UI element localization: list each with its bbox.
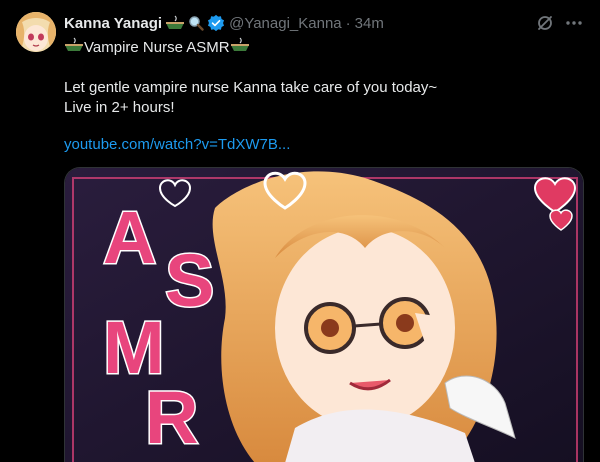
separator-dot: · xyxy=(345,14,351,32)
display-name[interactable]: Kanna Yanagi xyxy=(64,15,162,32)
verified-badge-icon[interactable] xyxy=(207,14,225,32)
tweet-header: Kanna Yanagi @Yanagi_Kanna · 34m xyxy=(64,12,384,34)
magnifier-icon xyxy=(188,15,204,31)
tweet-media-image[interactable]: A S M R xyxy=(64,167,584,462)
tweet-title-text: Vampire Nurse ASMR xyxy=(84,38,230,56)
asmr-letter: S xyxy=(165,239,214,322)
youtube-link[interactable]: youtube.com/watch?v=TdXW7B... xyxy=(64,136,290,153)
grok-icon[interactable] xyxy=(536,14,554,37)
bowl-icon xyxy=(230,37,250,57)
user-handle[interactable]: @Yanagi_Kanna xyxy=(229,15,342,32)
more-icon[interactable] xyxy=(565,14,583,37)
tweet-body: Let gentle vampire nurse Kanna take care… xyxy=(64,78,437,118)
timestamp[interactable]: 34m xyxy=(355,15,384,32)
avatar[interactable] xyxy=(16,12,56,52)
asmr-letter: A xyxy=(103,196,156,279)
tweet-body-line: Let gentle vampire nurse Kanna take care… xyxy=(64,79,438,96)
tweet-title: Vampire Nurse ASMR xyxy=(64,37,250,57)
asmr-letter: R xyxy=(145,376,198,459)
bowl-icon xyxy=(64,37,84,57)
tweet-body-line: Live in 2+ hours! xyxy=(64,99,175,116)
bowl-icon xyxy=(165,15,185,31)
